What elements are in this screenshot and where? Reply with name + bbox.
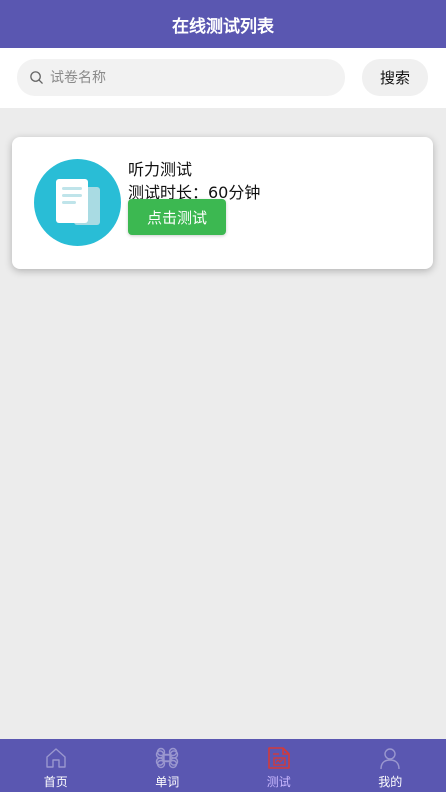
tab-words[interactable]: 单词 — [112, 739, 224, 792]
tab-mine[interactable]: 我的 — [335, 739, 446, 792]
bottom-tab-bar: 首页 单词 测试 我的 — [0, 739, 446, 792]
tab-label-test: 测试 — [266, 775, 291, 789]
test-card: 听力测试 测试时长：60分钟 点击测试 — [12, 137, 433, 269]
search-button[interactable]: 搜索 — [362, 59, 428, 96]
page-header: 在线测试列表 — [0, 0, 446, 48]
tab-label-home: 首页 — [43, 775, 68, 789]
document-icon — [56, 179, 100, 225]
search-icon — [30, 71, 43, 84]
document-avatar — [34, 159, 121, 246]
start-test-button[interactable]: 点击测试 — [128, 199, 226, 235]
user-icon — [380, 748, 400, 770]
tab-label-words: 单词 — [155, 775, 180, 789]
tab-label-mine: 我的 — [378, 775, 403, 789]
app: 在线测试列表 搜索 听力测试 测试时长：60分钟 点击测试 — [0, 0, 446, 792]
page-title: 在线测试列表 — [172, 16, 274, 37]
test-title: 听力测试 — [128, 160, 193, 179]
command-icon — [156, 747, 179, 769]
home-icon — [46, 748, 66, 768]
search-input[interactable] — [50, 69, 320, 86]
tab-test[interactable]: 测试 — [223, 739, 335, 792]
search-bar: 搜索 — [0, 48, 446, 108]
search-box[interactable] — [17, 59, 345, 96]
tab-home[interactable]: 首页 — [0, 739, 112, 792]
test-paper-icon — [267, 747, 290, 769]
